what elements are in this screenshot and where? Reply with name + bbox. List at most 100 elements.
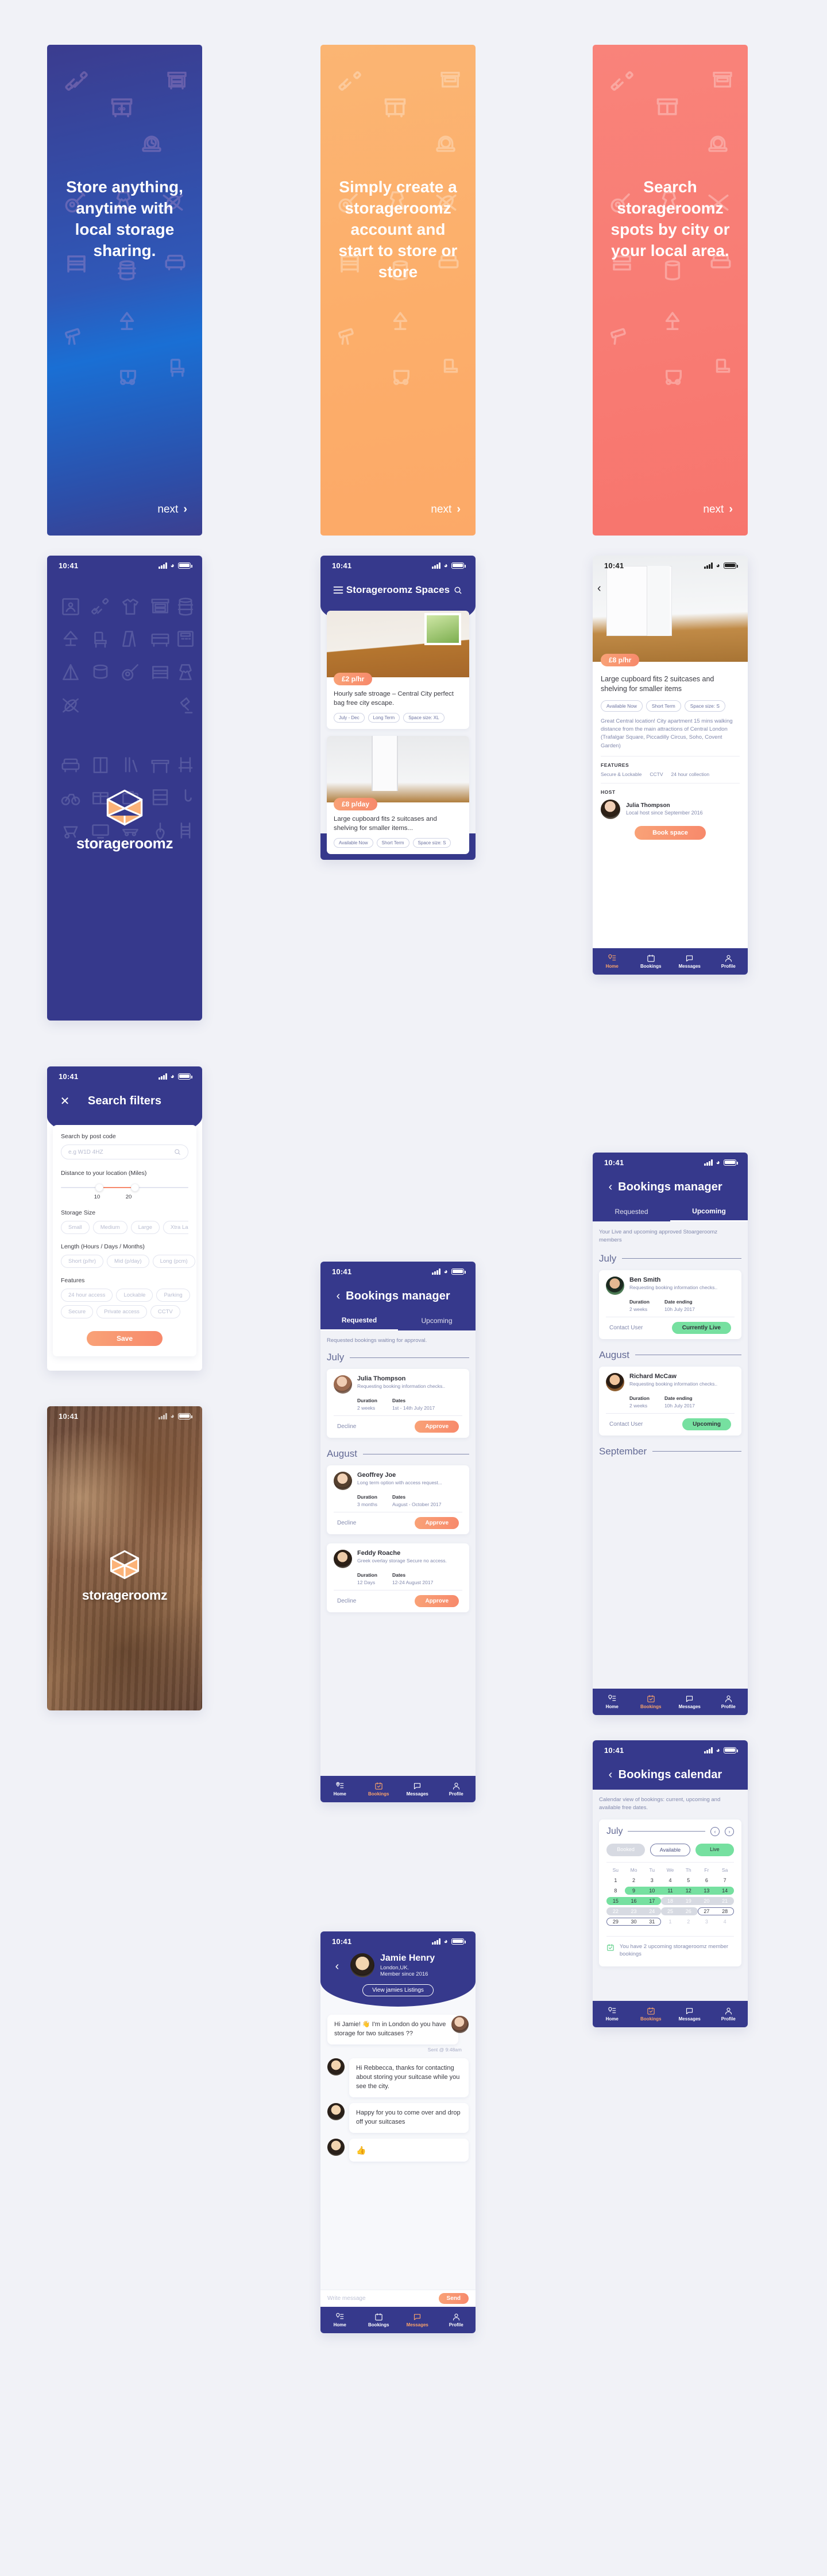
booking-card[interactable]: Ben Smith Requesting booking information… [599,1270,741,1339]
nav-item-bookings[interactable]: Bookings [360,1782,399,1797]
send-button[interactable]: Send [438,2293,469,2304]
calendar-day[interactable]: 5 [679,1875,698,1886]
calendar-day[interactable]: 19 [679,1896,698,1906]
search-icon[interactable] [450,583,465,598]
calendar-day[interactable]: 20 [698,1896,716,1906]
nav-item-messages[interactable]: Messages [398,2313,437,2327]
chevron-left-icon[interactable]: ‹ [597,582,601,595]
nav-item-bookings[interactable]: Bookings [632,954,671,969]
nav-item-profile[interactable]: Profile [709,954,748,969]
calendar-day[interactable]: 30 [625,1917,643,1927]
calendar-day[interactable]: 9 [625,1886,643,1896]
nav-item-bookings[interactable]: Bookings [632,2007,671,2022]
calendar-day[interactable]: 15 [606,1896,625,1906]
nav-item-profile[interactable]: Profile [709,1694,748,1709]
legend-booked[interactable]: Booked [606,1843,646,1856]
length-pill[interactable]: Long (pcm) [152,1255,195,1268]
chevron-left-icon[interactable]: ‹ [603,1767,618,1782]
onboarding-card-1[interactable]: Store anything, anytime with local stora… [47,45,202,536]
tab-upcoming[interactable]: Upcoming [398,1311,476,1330]
tab-requested[interactable]: Requested [320,1311,398,1330]
nav-item-bookings[interactable]: Bookings [360,2313,399,2327]
onboarding-next-button-1[interactable]: next › [157,503,187,516]
nav-item-home[interactable]: Home [593,954,632,969]
nav-item-messages[interactable]: Messages [670,2007,709,2022]
slider-knob-max[interactable] [131,1184,140,1192]
decline-button[interactable]: Decline [337,1520,356,1526]
tab-upcoming[interactable]: Upcoming [670,1202,748,1221]
listing-card[interactable]: £2 p/hr Hourly safe stroage – Central Ci… [327,611,469,729]
nav-item-bookings[interactable]: Bookings [632,1694,671,1709]
calendar-day[interactable]: 21 [716,1896,734,1906]
calendar-day[interactable]: 1 [661,1917,679,1927]
calendar-day[interactable]: 6 [698,1875,716,1886]
calendar-day[interactable]: 2 [679,1917,698,1927]
nav-item-messages[interactable]: Messages [670,954,709,969]
feature-pill[interactable]: 24 hour access [61,1289,113,1302]
calendar-day[interactable]: 14 [716,1886,734,1896]
nav-item-profile[interactable]: Profile [709,2007,748,2022]
onboarding-card-3[interactable]: Search storageroomz spots by city or you… [593,45,748,536]
calendar-day[interactable]: 3 [643,1875,661,1886]
view-listings-button[interactable]: View jamies Listings [362,1984,434,1996]
onboarding-card-2[interactable]: Simply create a storageroomz account and… [320,45,476,536]
calendar-day[interactable]: 7 [716,1875,734,1886]
nav-item-home[interactable]: Home [593,1694,632,1709]
feature-pill[interactable]: Secure [61,1305,94,1318]
approve-button[interactable]: Approve [415,1517,459,1529]
decline-button[interactable]: Decline [337,1423,356,1430]
contact-user-button[interactable]: Contact User [609,1325,643,1331]
calendar-day[interactable]: 22 [606,1906,625,1917]
nav-item-home[interactable]: Home [320,1782,360,1797]
message-input-bar[interactable]: Write message Send [320,2290,476,2307]
close-icon[interactable]: ✕ [57,1093,72,1108]
nav-item-messages[interactable]: Messages [670,1694,709,1709]
calendar-day[interactable]: 16 [625,1896,643,1906]
distance-slider[interactable] [61,1181,188,1194]
book-space-button[interactable]: Book space [635,825,706,840]
onboarding-next-button-2[interactable]: next › [431,503,461,516]
calendar-day[interactable]: 23 [625,1906,643,1917]
chevron-right-icon[interactable]: › [725,1826,734,1836]
approve-button[interactable]: Approve [415,1595,459,1607]
calendar-day[interactable]: 4 [716,1917,734,1927]
calendar-day[interactable]: 8 [606,1886,625,1896]
calendar-day[interactable]: 4 [661,1875,679,1886]
listing-card[interactable]: £8 p/day Large cupboard fits 2 suitcases… [327,736,469,854]
booking-card[interactable]: Feddy Roache Greek overlay storage Secur… [327,1543,469,1612]
calendar-day[interactable]: 1 [606,1875,625,1886]
legend-available[interactable]: Available [650,1843,690,1856]
feature-pill[interactable]: Parking [156,1289,190,1302]
onboarding-next-button-3[interactable]: next › [703,503,733,516]
calendar-day[interactable]: 17 [643,1896,661,1906]
calendar-day[interactable]: 24 [643,1906,661,1917]
length-pill[interactable]: Mid (p/day) [107,1255,149,1268]
calendar-day[interactable]: 26 [679,1906,698,1917]
size-pill[interactable]: Large [130,1221,160,1234]
chevron-left-icon[interactable]: ‹ [603,1180,618,1194]
feature-pill[interactable]: Lockable [116,1289,153,1302]
nav-item-profile[interactable]: Profile [437,1782,476,1797]
legend-live[interactable]: Live [695,1843,734,1856]
calendar-day[interactable]: 28 [716,1906,734,1917]
nav-item-home[interactable]: Home [593,2007,632,2022]
slider-knob-min[interactable] [95,1184,103,1192]
decline-button[interactable]: Decline [337,1598,356,1604]
nav-item-messages[interactable]: Messages [398,1782,437,1797]
calendar-day[interactable]: 12 [679,1886,698,1896]
feature-pill[interactable]: Private access [96,1305,147,1318]
tab-requested[interactable]: Requested [593,1202,670,1221]
nav-item-profile[interactable]: Profile [437,2313,476,2327]
postcode-input[interactable]: e.g W1D 4HZ [61,1145,188,1159]
contact-user-button[interactable]: Contact User [609,1421,643,1427]
booking-card[interactable]: Julia Thompson Requesting booking inform… [327,1369,469,1438]
chevron-left-icon[interactable]: ‹ [330,1959,345,1974]
size-pill[interactable]: Medium [92,1221,127,1234]
calendar-day[interactable]: 10 [643,1886,661,1896]
host-row[interactable]: Julia Thompson Local host since Septembe… [601,799,740,819]
chevron-left-icon[interactable]: ‹ [710,1826,720,1836]
nav-item-home[interactable]: Home [320,2313,360,2327]
length-pill[interactable]: Short (p/hr) [61,1255,104,1268]
calendar-day[interactable]: 18 [661,1896,679,1906]
save-button[interactable]: Save [87,1331,163,1346]
